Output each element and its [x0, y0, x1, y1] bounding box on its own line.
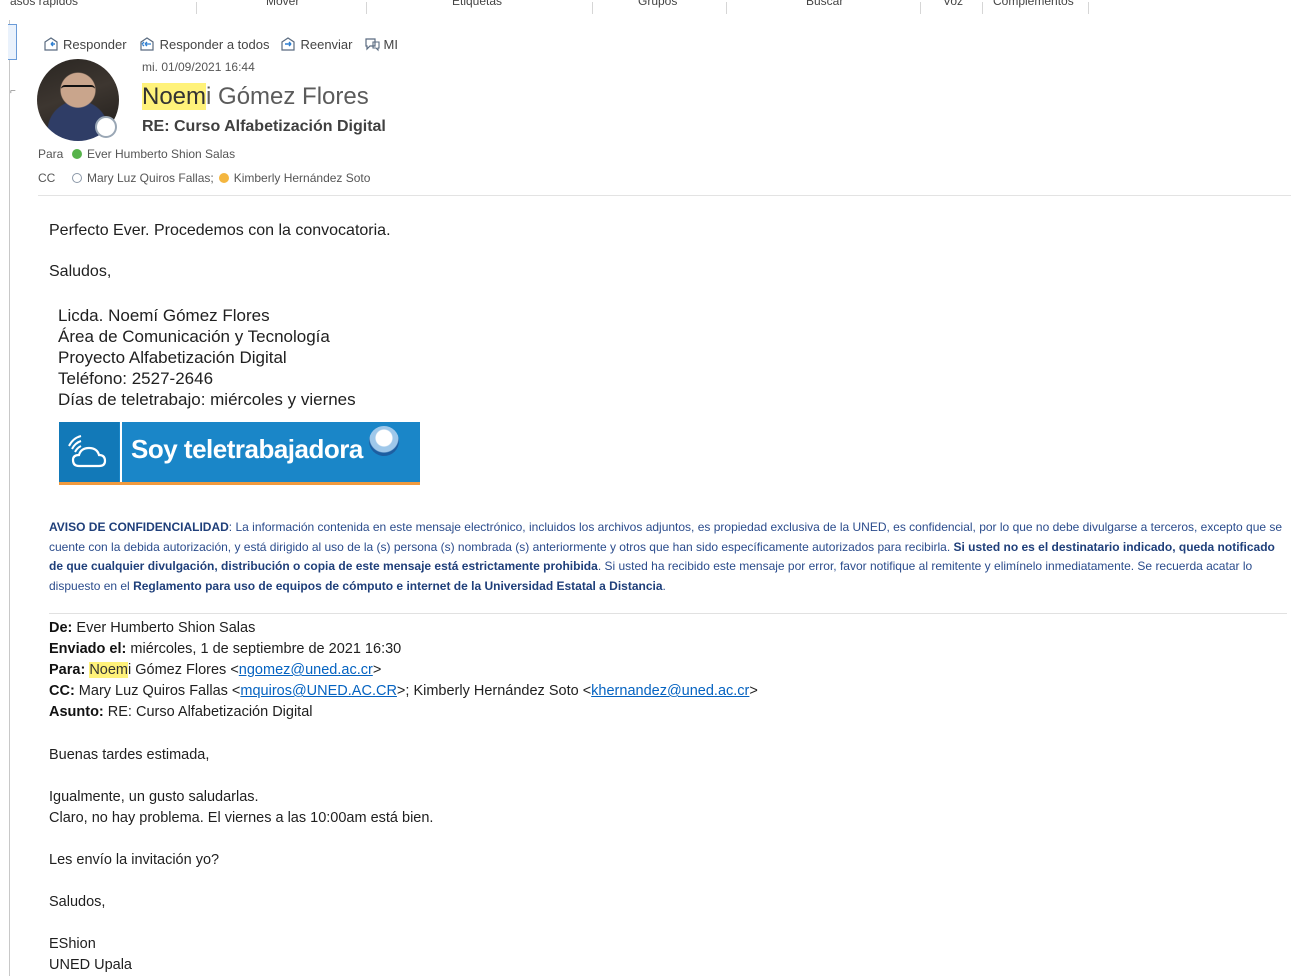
- email-link[interactable]: khernandez@uned.ac.cr: [591, 683, 749, 699]
- uned-logo: [369, 426, 399, 456]
- quoted-body-line: Les envío la invitación yo?: [49, 852, 220, 868]
- sender-name[interactable]: Noemi Gómez Flores: [142, 83, 369, 111]
- search-highlight: Noem: [89, 662, 128, 678]
- confidentiality-notice: AVISO DE CONFIDENCIALIDAD: La informació…: [49, 518, 1289, 596]
- reply-icon: [44, 37, 58, 51]
- banner-text: Soy teletrabajadora: [131, 434, 363, 464]
- ribbon-group-quick-steps: asos rápidos: [10, 0, 79, 8]
- quoted-from-label: De:: [49, 620, 73, 636]
- forward-button[interactable]: Reenviar: [279, 36, 353, 52]
- ribbon-group-find: Buscar: [806, 0, 844, 8]
- quoted-cc-name: Mary Luz Quiros Fallas <: [74, 683, 241, 699]
- reply-label: Responder: [63, 36, 127, 52]
- quoted-to-end: >: [372, 662, 382, 678]
- message-subject: RE: Curso Alfabetización Digital: [142, 118, 386, 135]
- ribbon-group-voice: Voz: [943, 0, 964, 8]
- quoted-cc-end: >: [749, 683, 758, 699]
- left-pane-tab[interactable]: [8, 24, 17, 60]
- to-line: Para Ever Humberto Shion Salas: [38, 147, 235, 161]
- notice-text: .: [662, 578, 666, 593]
- ribbon-group-tags: Etiquetas: [452, 0, 503, 8]
- reply-button[interactable]: Responder: [42, 36, 127, 52]
- quoted-divider: [49, 613, 1287, 614]
- quoted-cc: CC: Mary Luz Quiros Fallas <mquiros@UNED…: [49, 683, 758, 699]
- quoted-subject-label: Asunto:: [49, 704, 104, 720]
- ribbon-separator: [726, 2, 727, 14]
- quoted-signature: UNED Upala: [49, 957, 132, 973]
- quoted-to-label: Para:: [49, 662, 86, 678]
- forward-icon: [281, 37, 296, 51]
- email-link[interactable]: mquiros@UNED.AC.CR: [240, 683, 397, 699]
- sender-name-rest: i Gómez Flores: [206, 83, 369, 110]
- email-link[interactable]: ngomez@uned.ac.cr: [239, 662, 373, 678]
- banner-divider: [120, 422, 122, 485]
- instant-message-button[interactable]: MI: [363, 36, 398, 52]
- teleworker-banner: Soy teletrabajadora: [59, 422, 420, 485]
- ribbon-separator: [1088, 2, 1089, 14]
- quoted-body-line: Claro, no hay problema. El viernes a las…: [49, 810, 434, 826]
- signature-line: Teléfono: 2527-2646: [58, 369, 214, 388]
- quoted-subject-value: RE: Curso Alfabetización Digital: [103, 704, 313, 720]
- presence-status-icon: [95, 116, 117, 138]
- reply-all-button[interactable]: Responder a todos: [137, 36, 270, 52]
- wifi-cloud-icon: [68, 435, 107, 468]
- notice-bold: Reglamento para uso de equipos de cómput…: [133, 578, 663, 593]
- cc-line: CC Mary Luz Quiros Fallas; Kimberly Hern…: [38, 171, 370, 185]
- body-line: Perfecto Ever. Procedemos con la convoca…: [49, 222, 391, 239]
- ribbon-separator: [366, 2, 367, 14]
- signature-line: Proyecto Alfabetización Digital: [58, 348, 287, 367]
- body-line: Saludos,: [49, 263, 112, 280]
- chat-bubble-icon: [364, 38, 380, 52]
- sent-date: mi. 01/09/2021 16:44: [142, 60, 255, 74]
- avatar-glasses: [61, 85, 95, 95]
- signature-line: Licda. Noemí Gómez Flores: [58, 306, 270, 325]
- quoted-from: De: Ever Humberto Shion Salas: [49, 620, 255, 636]
- quoted-sent: Enviado el: miércoles, 1 de septiembre d…: [49, 641, 401, 657]
- quoted-to: Para: Noemi Gómez Flores <ngomez@uned.ac…: [49, 662, 381, 678]
- banner-icon-panel: [59, 422, 119, 485]
- ribbon-group-addins: Complementos: [993, 0, 1074, 8]
- quoted-to-name: i Gómez Flores <: [128, 662, 239, 678]
- left-pane-border: [9, 20, 10, 976]
- ribbon-group-labels: asos rápidos Mover Etiquetas Grupos Busc…: [0, 0, 1294, 18]
- reply-all-label: Responder a todos: [159, 36, 270, 52]
- cc-recipient[interactable]: Kimberly Hernández Soto: [234, 171, 371, 185]
- quoted-subject: Asunto: RE: Curso Alfabetización Digital: [49, 704, 313, 720]
- to-recipient[interactable]: Ever Humberto Shion Salas: [87, 147, 235, 161]
- notice-label: AVISO DE CONFIDENCIALIDAD: [49, 520, 229, 534]
- available-status-icon: [72, 149, 82, 159]
- quoted-cc-label: CC:: [49, 683, 75, 699]
- signature-line: Área de Comunicación y Tecnología: [58, 327, 330, 346]
- cc-label: CC: [38, 171, 56, 185]
- ribbon-separator: [196, 2, 197, 14]
- reply-all-icon: [140, 37, 154, 51]
- ribbon-group-move: Mover: [266, 0, 300, 8]
- quoted-body-line: Saludos,: [49, 894, 106, 910]
- quoted-body-line: Igualmente, un gusto saludarlas.: [49, 789, 259, 805]
- header-divider: [38, 195, 1291, 196]
- message-action-bar: Responder Responder a todos Reenviar MI: [42, 34, 398, 54]
- to-label: Para: [38, 147, 64, 161]
- cc-recipient[interactable]: Mary Luz Quiros Fallas;: [87, 171, 214, 185]
- quoted-sent-value: miércoles, 1 de septiembre de 2021 16:30: [126, 641, 402, 657]
- quoted-from-value: Ever Humberto Shion Salas: [72, 620, 256, 636]
- away-status-icon: [218, 173, 229, 183]
- search-highlight: Noem: [142, 83, 207, 110]
- ribbon-group-groups: Grupos: [638, 0, 678, 8]
- quoted-body-line: Buenas tardes estimada,: [49, 747, 210, 763]
- ribbon-separator: [592, 2, 593, 14]
- forward-label: Reenviar: [300, 36, 353, 52]
- ribbon-separator: [982, 2, 983, 14]
- signature-line: Días de teletrabajo: miércoles y viernes: [58, 390, 356, 409]
- offline-status-icon: [72, 173, 82, 183]
- quoted-sent-label: Enviado el:: [49, 641, 127, 657]
- quoted-signature: EShion: [49, 936, 96, 952]
- instant-message-label: MI: [383, 36, 398, 52]
- banner-accent-bar: [59, 482, 420, 485]
- quoted-cc-name: >; Kimberly Hernández Soto <: [396, 683, 592, 699]
- left-pane-mark: ⌐: [10, 86, 16, 97]
- ribbon-separator: [920, 2, 921, 14]
